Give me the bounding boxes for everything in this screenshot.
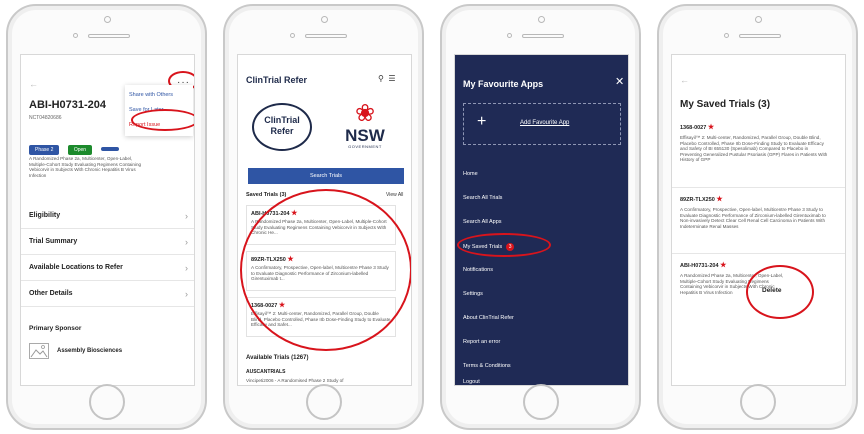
saved-trial-desc: Effisayil™ 2: Multi-center, Randomized, …: [680, 135, 828, 163]
image-placeholder-icon: [29, 343, 49, 359]
saved-trials-screen: ← My Saved Trials (3) 1368-0027 ★ Effisa…: [671, 54, 846, 386]
chevron-right-icon: ›: [185, 237, 188, 247]
menu-item-settings[interactable]: Settings: [463, 291, 483, 297]
speaker-icon: [522, 34, 564, 38]
star-icon[interactable]: ★: [720, 262, 726, 269]
add-favourite-link[interactable]: Add Favourite App: [520, 120, 569, 126]
logo-line-2: Refer: [270, 126, 294, 136]
speaker-icon: [739, 34, 781, 38]
camera-icon: [754, 16, 762, 23]
phone-frame-1: ← ··· ABI-H0731-204 NCT04820686 Phase 2 …: [6, 4, 207, 430]
search-icon[interactable]: ⚲: [378, 74, 384, 83]
menu-title: My Favourite Apps: [463, 79, 544, 89]
row-label: Available Locations to Refer: [29, 264, 123, 271]
home-button[interactable]: [739, 384, 776, 420]
back-arrow-icon[interactable]: ←: [680, 75, 689, 85]
phase-badge: Phase 2: [29, 145, 60, 155]
app-title: ClinTrial Refer: [246, 75, 308, 85]
saved-trial-id[interactable]: 1368-0027 ★: [680, 123, 714, 131]
saved-trial-id[interactable]: ABI-H0731-204 ★: [680, 261, 726, 269]
menu-item-home[interactable]: Home: [463, 171, 478, 177]
trial-badges: Phase 2 Open: [29, 138, 123, 156]
waratah-icon: ❀: [354, 100, 376, 127]
home-button[interactable]: [305, 384, 342, 420]
back-arrow-icon[interactable]: ←: [29, 79, 38, 89]
plus-icon[interactable]: +: [477, 113, 486, 131]
camera-icon: [537, 16, 545, 23]
home-button[interactable]: [88, 384, 125, 420]
menu-item-report-error[interactable]: Report an error: [463, 339, 500, 345]
logo-line-1: ClinTrial: [264, 115, 300, 125]
sensor-icon: [724, 33, 729, 38]
saved-trials-heading: Saved Trials (3): [246, 192, 287, 198]
trial-id-text: 89ZR-TLX250: [680, 197, 715, 203]
chevron-right-icon: ›: [185, 211, 188, 221]
chevron-right-icon: ›: [185, 263, 188, 273]
saved-trials-title: My Saved Trials (3): [680, 99, 771, 110]
highlight-ellipse: [457, 233, 551, 257]
sponsor-heading: Primary Sponsor: [29, 325, 82, 332]
divider: [672, 187, 845, 188]
close-icon[interactable]: ✕: [615, 75, 624, 88]
extra-badge: [100, 147, 119, 151]
nsw-logo: ❀ NSW GOVERNMENT: [330, 100, 400, 150]
menu-item-about[interactable]: About ClinTrial Refer: [463, 315, 514, 321]
sensor-icon: [507, 33, 512, 38]
speaker-icon: [305, 34, 347, 38]
row-label: Trial Summary: [29, 238, 78, 245]
home-screen: ClinTrial Refer ⚲ ☰ ClinTrial Refer ❀ NS…: [237, 54, 412, 386]
menu-item-notifications[interactable]: Notifications: [463, 267, 493, 273]
speaker-icon: [88, 34, 130, 38]
header-icons: ⚲ ☰: [378, 74, 395, 83]
menu-item-search-trials[interactable]: Search All Trials: [463, 195, 502, 201]
trial-detail-screen: ← ··· ABI-H0731-204 NCT04820686 Phase 2 …: [20, 54, 195, 386]
available-trial-desc: Vincipeti2006 - A Randomised Phase 2 Stu…: [246, 378, 344, 383]
available-trials-heading: Available Trials (1267): [246, 355, 309, 361]
row-label: Eligibility: [29, 212, 61, 219]
search-trials-button[interactable]: Search Trials: [248, 168, 404, 184]
saved-trial-desc: A Confirmatory, Prospective, Open-label,…: [680, 207, 826, 229]
trial-nct-id: NCT04820686: [29, 115, 62, 121]
highlight-ellipse: [746, 265, 814, 319]
trial-description: A Randomized Phase 2a, Multicenter, Open…: [29, 156, 142, 178]
side-menu-screen: My Favourite Apps ✕ + Add Favourite App …: [454, 54, 629, 386]
home-button[interactable]: [522, 384, 559, 420]
camera-icon: [320, 16, 328, 23]
highlight-ellipse: [240, 189, 411, 351]
available-trial-id[interactable]: AUSCANTRIALS: [246, 369, 285, 375]
menu-item-logout[interactable]: Logout: [463, 379, 480, 385]
row-label: Other Details: [29, 290, 73, 297]
phone-frame-3: My Favourite Apps ✕ + Add Favourite App …: [440, 4, 641, 430]
chevron-right-icon: ›: [185, 289, 188, 299]
trial-id-text: 1368-0027: [680, 125, 707, 131]
status-badge: Open: [67, 145, 93, 155]
saved-trial-id[interactable]: 89ZR-TLX250 ★: [680, 195, 723, 203]
sensor-icon: [290, 33, 295, 38]
row-eligibility[interactable]: Eligibility ›: [21, 203, 194, 229]
camera-icon: [103, 16, 111, 23]
row-other-details[interactable]: Other Details ›: [21, 281, 194, 307]
sponsor-name: Assembly Biosciences: [57, 348, 123, 354]
highlight-ellipse: [131, 109, 194, 131]
trial-title: ABI-H0731-204: [29, 99, 107, 111]
menu-item-terms[interactable]: Terms & Conditions: [463, 363, 511, 369]
clintrial-logo: ClinTrial Refer: [252, 103, 312, 151]
government-text: GOVERNMENT: [348, 144, 382, 149]
star-icon[interactable]: ★: [716, 196, 722, 203]
phone-frame-2: ClinTrial Refer ⚲ ☰ ClinTrial Refer ❀ NS…: [223, 4, 424, 430]
nsw-text: NSW: [345, 126, 385, 145]
menu-item-search-apps[interactable]: Search All Apps: [463, 219, 502, 225]
share-menu-item[interactable]: Share with Others: [129, 88, 189, 103]
menu-icon[interactable]: ☰: [388, 74, 395, 83]
sensor-icon: [73, 33, 78, 38]
view-all-link[interactable]: View All: [386, 192, 403, 198]
divider: [672, 253, 845, 254]
phone-frame-4: ← My Saved Trials (3) 1368-0027 ★ Effisa…: [657, 4, 858, 430]
star-icon[interactable]: ★: [708, 124, 714, 131]
row-trial-summary[interactable]: Trial Summary ›: [21, 229, 194, 255]
trial-id-text: ABI-H0731-204: [680, 263, 719, 269]
row-locations[interactable]: Available Locations to Refer ›: [21, 255, 194, 281]
